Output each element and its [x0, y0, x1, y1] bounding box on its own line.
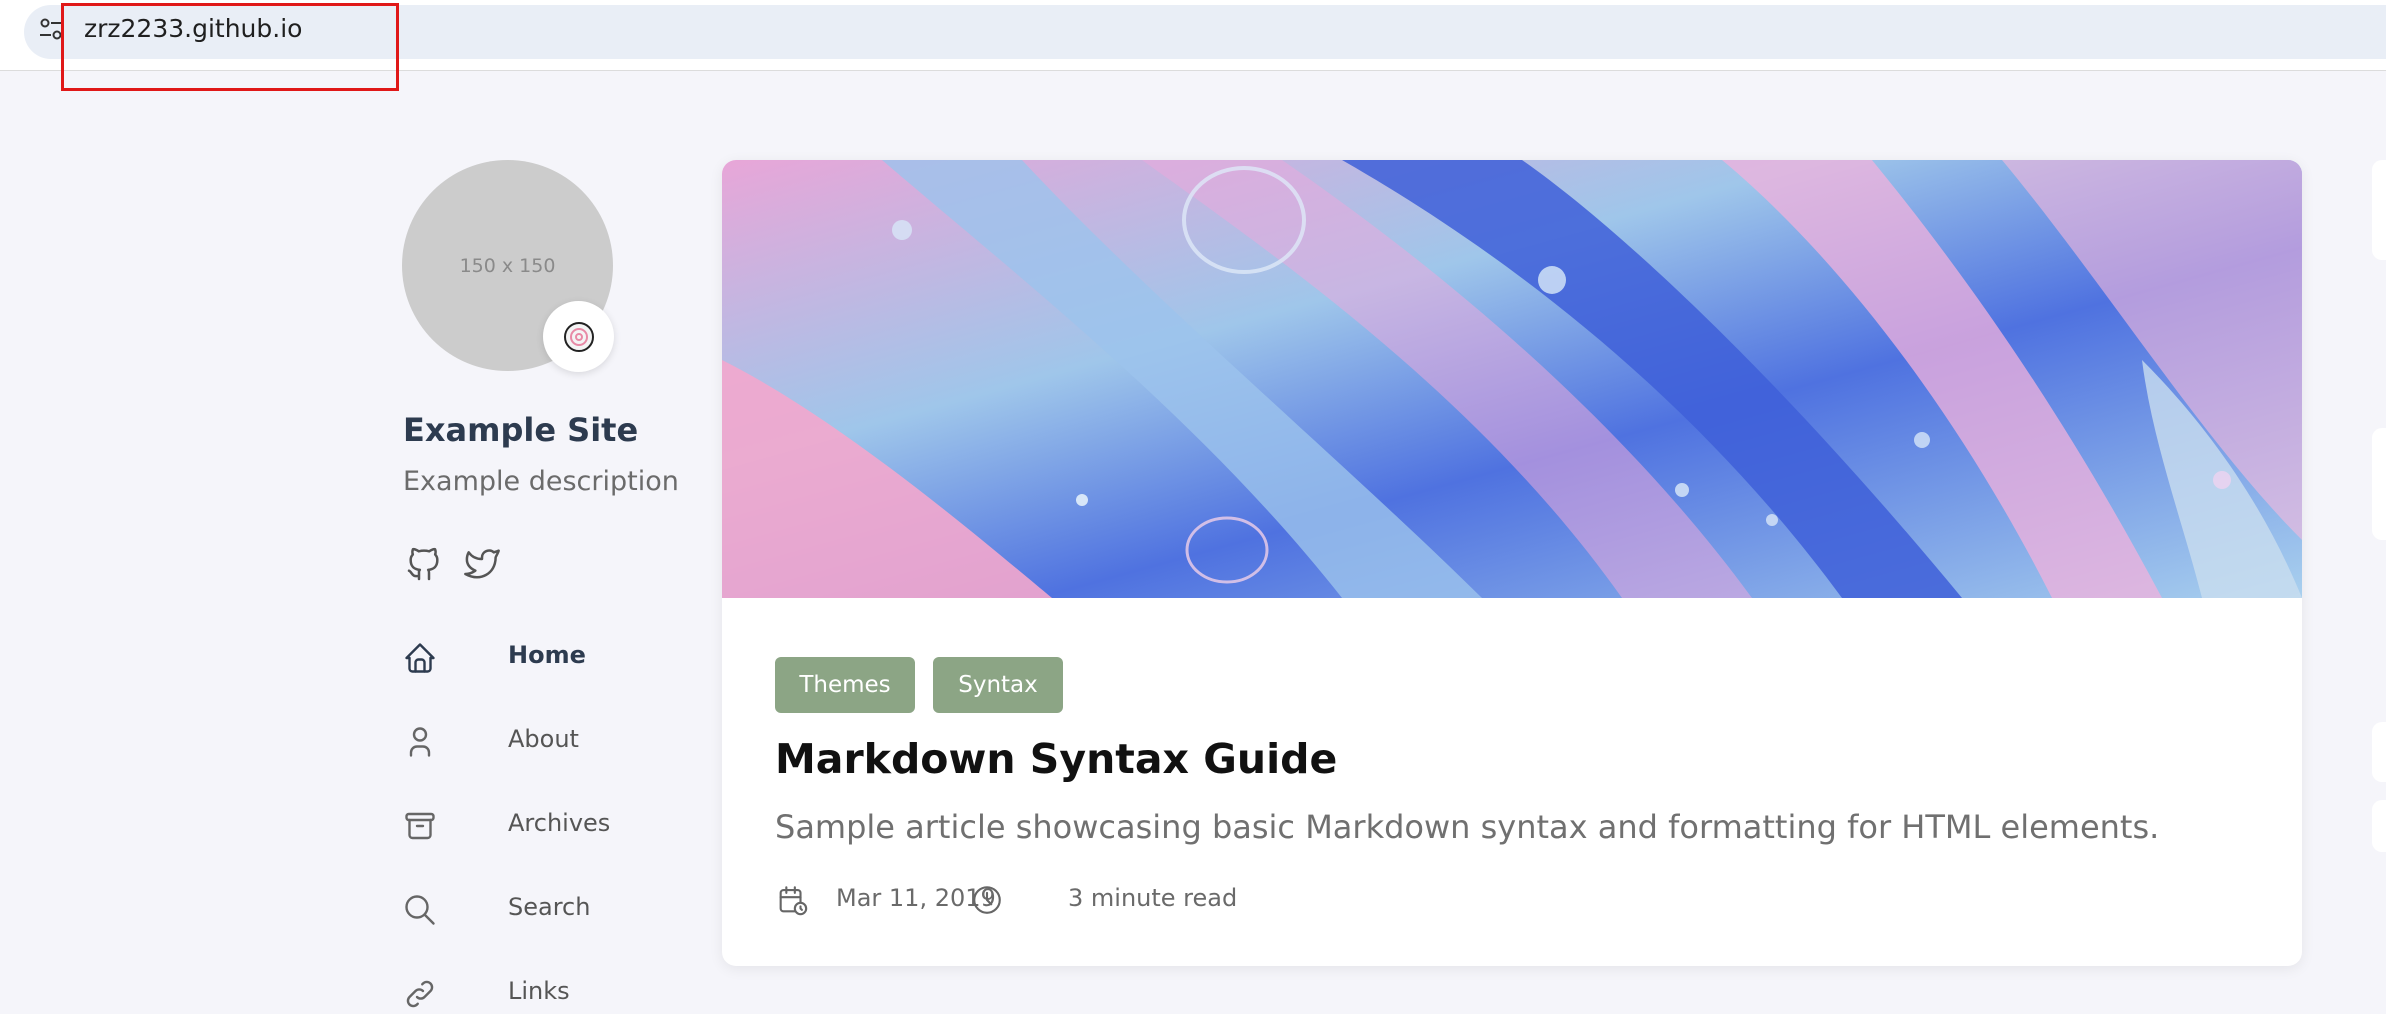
tag-syntax[interactable]: Syntax: [933, 657, 1063, 713]
emoji-icon: [563, 321, 594, 352]
site-description: Example description: [403, 466, 679, 497]
tag-themes[interactable]: Themes: [775, 657, 915, 713]
user-icon: [409, 727, 431, 757]
annotation-highlight-box: [61, 3, 399, 91]
nav-item-links[interactable]: Links: [402, 970, 702, 1014]
right-widget-partial: [2372, 160, 2386, 260]
calendar-icon: [779, 886, 808, 916]
right-widget-partial: [2372, 428, 2386, 540]
github-icon[interactable]: [404, 544, 444, 584]
nav-label-about: About: [508, 725, 579, 753]
article-card[interactable]: Themes Syntax Markdown Syntax Guide Samp…: [722, 160, 2302, 966]
nav-item-home[interactable]: Home: [402, 634, 702, 678]
archive-icon: [405, 812, 435, 840]
nav-label-archives: Archives: [508, 809, 611, 837]
nav-label-home: Home: [508, 641, 586, 669]
avatar-placeholder-text: 150 x 150: [459, 254, 556, 277]
article-read-time: 3 minute read: [1068, 884, 1238, 912]
nav-label-search: Search: [508, 893, 591, 921]
link-icon: [406, 980, 434, 1008]
twitter-icon[interactable]: [462, 544, 502, 584]
article-title[interactable]: Markdown Syntax Guide: [775, 735, 1337, 783]
home-icon: [405, 643, 435, 673]
nav-label-links: Links: [508, 977, 570, 1005]
nav-item-about[interactable]: About: [402, 718, 702, 762]
article-subtitle: Sample article showcasing basic Markdown…: [775, 808, 2160, 846]
article-hero-image[interactable]: [722, 160, 2302, 598]
nav-item-search[interactable]: Search: [402, 886, 702, 930]
nav-item-archives[interactable]: Archives: [402, 802, 702, 846]
site-name[interactable]: Example Site: [403, 411, 638, 449]
emoji-badge: [543, 301, 614, 372]
search-icon: [405, 895, 435, 925]
right-widget-partial: [2372, 800, 2386, 852]
right-widget-partial: [2372, 722, 2386, 782]
clock-icon: [973, 886, 1001, 914]
